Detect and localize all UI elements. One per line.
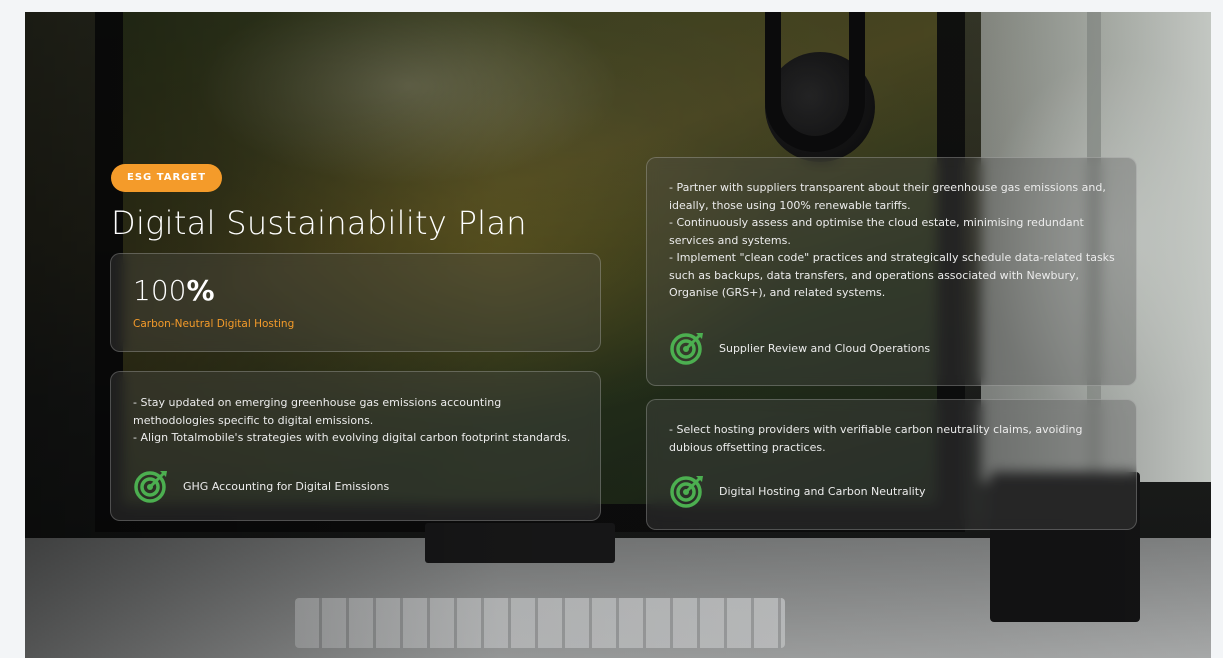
card-text-line: - Stay updated on emerging greenhouse ga… [133,396,502,427]
ghg-accounting-card: - Stay updated on emerging greenhouse ga… [110,371,601,521]
page-title: Digital Sustainability Plan [111,204,527,242]
stat-value-number: 100 [133,274,187,307]
card-text-line: - Select hosting providers with verifiab… [669,423,1083,454]
card-text-line: - Align Totalmobile's strategies with ev… [133,431,571,444]
digital-hosting-card: - Select hosting providers with verifiab… [646,399,1137,530]
card-text-line: - Implement "clean code" practices and s… [669,251,1115,299]
stat-label: Carbon-Neutral Digital Hosting [133,318,295,330]
card-footer-label: Digital Hosting and Carbon Neutrality [719,484,926,498]
card-text: - Partner with suppliers transparent abo… [669,179,1116,302]
card-footer-label: Supplier Review and Cloud Operations [719,341,931,355]
card-footer: Digital Hosting and Carbon Neutrality [669,473,926,509]
card-footer: Supplier Review and Cloud Operations [669,330,930,366]
hero-section: ESG TARGET Digital Sustainability Plan 1… [25,12,1211,658]
target-icon [670,476,703,508]
esg-target-badge: ESG TARGET [111,164,223,192]
card-text: - Select hosting providers with verifiab… [669,421,1116,456]
supplier-review-card: - Partner with suppliers transparent abo… [646,157,1137,386]
stat-value-unit: % [186,274,215,307]
target-icon [134,471,167,503]
target-icon [670,333,703,365]
card-text-line: - Partner with suppliers transparent abo… [669,181,1106,212]
stat-value: 100% [133,274,215,307]
card-text-line: - Continuously assess and optimise the c… [669,216,1084,247]
stat-card: 100% Carbon-Neutral Digital Hosting [110,253,601,352]
card-footer-label: GHG Accounting for Digital Emissions [183,479,390,493]
card-footer: GHG Accounting for Digital Emissions [133,468,389,504]
card-text: - Stay updated on emerging greenhouse ga… [133,394,580,447]
